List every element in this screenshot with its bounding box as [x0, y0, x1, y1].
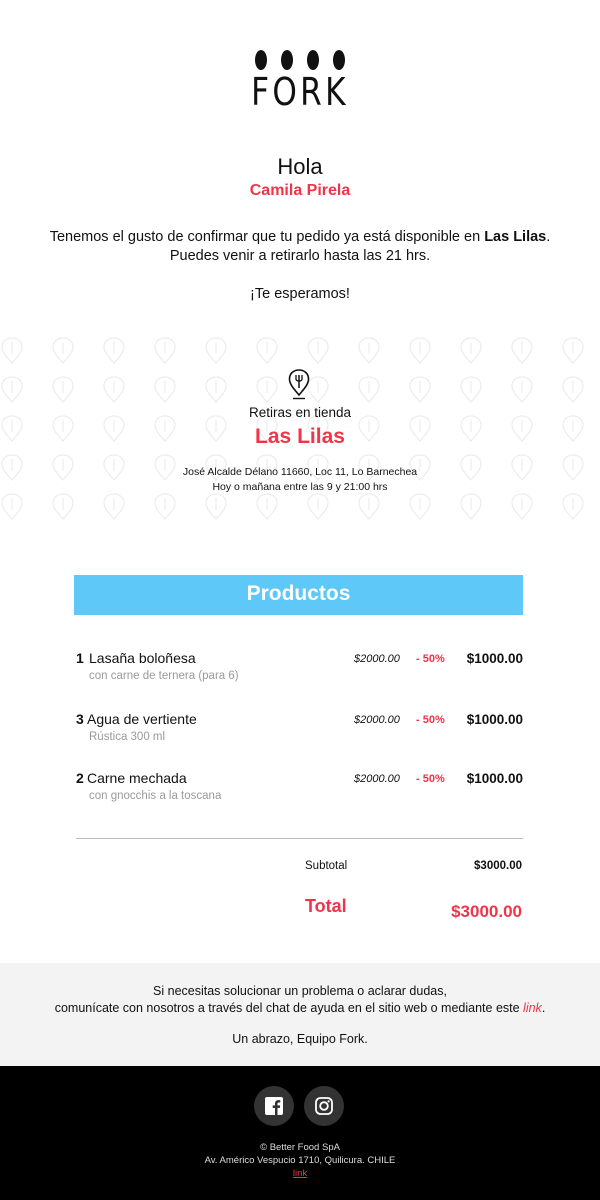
- pattern-pin: [103, 376, 125, 403]
- facebook-icon: [265, 1097, 283, 1115]
- help-section: Si necesitas solucionar un problema o ac…: [0, 963, 600, 1066]
- customer-name: Camila Pirela: [249, 182, 351, 199]
- pattern-pin: [1, 493, 23, 520]
- pattern-pin: [52, 337, 74, 364]
- footer-company-info: © Better Food SpA Av. Américo Vespucio 1…: [0, 1141, 600, 1167]
- footer-company: © Better Food SpA: [260, 1142, 340, 1153]
- instagram-button[interactable]: [304, 1086, 344, 1126]
- product-qty: 3: [76, 711, 84, 727]
- pattern-pin: [409, 493, 431, 520]
- totals-divider: [76, 838, 523, 839]
- pattern-pin: [103, 337, 125, 364]
- pattern-pin: [154, 376, 176, 403]
- products-header: Productos: [74, 575, 523, 615]
- footer-link[interactable]: link: [293, 1168, 307, 1179]
- help-link[interactable]: link: [523, 1001, 542, 1015]
- subtotal-label: Subtotal: [305, 860, 348, 872]
- instagram-icon: [315, 1097, 333, 1115]
- pattern-pin: [460, 493, 482, 520]
- pattern-pin: [154, 337, 176, 364]
- confirmation-message: Tenemos el gusto de confirmar que tu ped…: [0, 228, 600, 266]
- product-discount: - 50%: [416, 773, 445, 785]
- pattern-pin: [511, 337, 533, 364]
- product-original-price: $2000.00: [354, 653, 400, 665]
- pattern-pin: [307, 337, 329, 364]
- product-name: Carne mechada: [87, 770, 187, 786]
- pattern-pin: [562, 337, 584, 364]
- product-discount: - 50%: [416, 714, 445, 726]
- pattern-pin: [358, 376, 380, 403]
- pattern-pin: [256, 337, 278, 364]
- logo-dots: [255, 50, 345, 70]
- footer: © Better Food SpA Av. Américo Vespucio 1…: [0, 1066, 600, 1200]
- help-text: Si necesitas solucionar un problema o ac…: [54, 984, 546, 1015]
- greeting-hello: Hola: [277, 154, 323, 179]
- pattern-pin: [409, 337, 431, 364]
- facebook-button[interactable]: [254, 1086, 294, 1126]
- pattern-pin: [409, 376, 431, 403]
- product-desc: con gnocchis a la toscana: [89, 790, 222, 802]
- pattern-pin: [103, 493, 125, 520]
- pattern-pin: [307, 493, 329, 520]
- pattern-pin: [205, 376, 227, 403]
- pattern-pin: [307, 376, 329, 403]
- pattern-pin: [460, 337, 482, 364]
- product-row: 3 Agua de vertiente Rústica 300 ml $2000…: [76, 711, 523, 751]
- pattern-pin: [511, 493, 533, 520]
- logo-wordmark: FORK: [251, 70, 349, 114]
- product-original-price: $2000.00: [354, 773, 400, 785]
- product-row: 1 Lasaña boloñesa con carne de ternera (…: [76, 650, 523, 690]
- message-deadline: Puedes venir a retirarlo hasta las 21 hr…: [169, 248, 431, 264]
- pattern-pin: [562, 376, 584, 403]
- footer-address: Av. Américo Vespucio 1710, Quilicura. CH…: [204, 1155, 396, 1166]
- product-qty: 2: [76, 770, 84, 786]
- fork-pin-icon: [288, 369, 310, 400]
- pattern-pin: [358, 493, 380, 520]
- product-qty: 1: [76, 650, 84, 666]
- pattern-pin: [358, 337, 380, 364]
- message-text: Tenemos el gusto de confirmar que tu ped…: [49, 229, 485, 245]
- pattern-pin: [562, 493, 584, 520]
- pattern-pin: [1, 337, 23, 364]
- pattern-pin: [256, 493, 278, 520]
- pattern-pin: [52, 376, 74, 403]
- subtotal-value: $3000.00: [474, 860, 522, 872]
- pattern-pin: [52, 493, 74, 520]
- pattern-pin: [205, 493, 227, 520]
- pattern-pin: [256, 376, 278, 403]
- message-store: Las Lilas: [484, 229, 547, 245]
- product-discount: - 50%: [416, 653, 445, 665]
- product-price: $1000.00: [466, 712, 523, 727]
- product-row: 2 Carne mechada con gnocchis a la toscan…: [76, 770, 523, 810]
- signoff: Un abrazo, Equipo Fork.: [232, 1032, 368, 1046]
- pickup-label: Retiras en tienda: [248, 405, 352, 420]
- closing-message: ¡Te esperamos!: [250, 286, 350, 302]
- pickup-schedule: Hoy o mañana entre las 9 y 21:00 hrs: [212, 481, 388, 493]
- brand-logo: FORK: [0, 48, 600, 118]
- product-desc: con carne de ternera (para 6): [89, 670, 239, 682]
- pattern-pin: [511, 376, 533, 403]
- product-price: $1000.00: [466, 771, 523, 786]
- store-address: José Alcalde Délano 11660, Loc 11, Lo Ba…: [182, 466, 418, 478]
- total-value: $3000.00: [451, 902, 522, 921]
- product-name: Agua de vertiente: [87, 711, 197, 727]
- pickup-details: José Alcalde Délano 11660, Loc 11, Lo Ba…: [0, 465, 600, 495]
- pattern-pin: [1, 376, 23, 403]
- pattern-pin: [460, 376, 482, 403]
- product-original-price: $2000.00: [354, 714, 400, 726]
- pattern-pin: [205, 337, 227, 364]
- product-price: $1000.00: [466, 651, 523, 666]
- product-desc: Rústica 300 ml: [89, 731, 166, 743]
- pattern-pin: [154, 493, 176, 520]
- product-name: Lasaña boloñesa: [89, 650, 196, 666]
- pickup-store-name: Las Lilas: [255, 425, 345, 448]
- total-label: Total: [305, 896, 347, 916]
